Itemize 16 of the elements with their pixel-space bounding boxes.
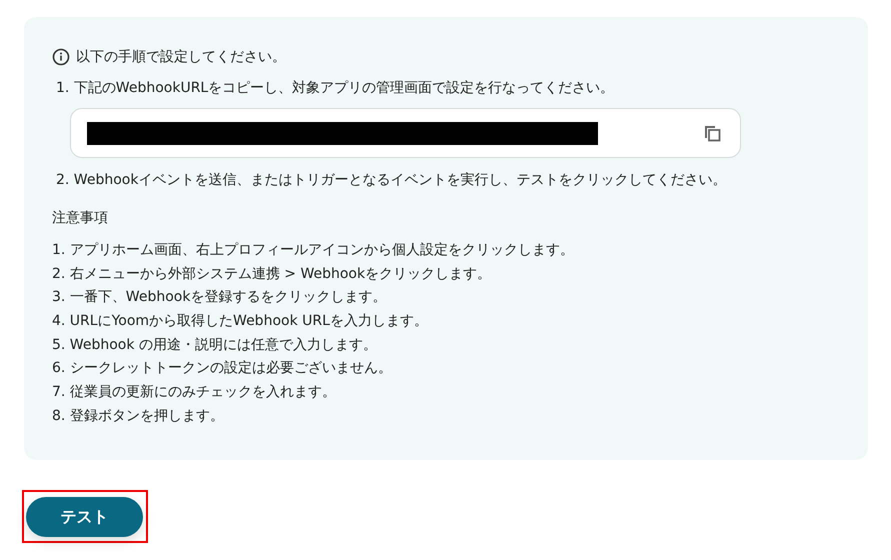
copy-icon[interactable] bbox=[702, 123, 722, 143]
notes-heading: 注意事項 bbox=[52, 209, 109, 228]
test-button[interactable]: テスト bbox=[26, 497, 143, 537]
note-item: 6. シークレットトークンの設定は必要ございません。 bbox=[52, 359, 393, 378]
note-item: 1. アプリホーム画面、右上プロフィールアイコンから個人設定をクリックします。 bbox=[52, 241, 575, 260]
step-text: 1. 下記のWebhookURLをコピーし、対象アプリの管理画面で設定を行なってください。 bbox=[56, 79, 616, 98]
note-item: 5. Webhook の用途・説明には任意で入力します。 bbox=[52, 336, 378, 355]
note-item: 2. 右メニューから外部システム連携 > Webhookをクリックします。 bbox=[52, 264, 492, 284]
note-item: 3. 一番下、Webhookを登録するをクリックします。 bbox=[52, 288, 388, 308]
info-icon bbox=[52, 48, 70, 66]
url-field[interactable] bbox=[70, 108, 741, 158]
step-text: 2. Webhookイベントを送信、またはトリガーとなるイベントを実行し、テストをクリックしてください。 bbox=[56, 171, 728, 190]
instructions-title: 以下の手順で設定してください。 bbox=[76, 48, 286, 66]
note-item: 7. 従業員の更新にのみチェックを入れます。 bbox=[52, 383, 337, 402]
note-item: 8. 登録ボタンを押します。 bbox=[52, 406, 225, 426]
note-item: 4. URLにYoomから取得したWebhook URLを入力します。 bbox=[52, 312, 429, 332]
